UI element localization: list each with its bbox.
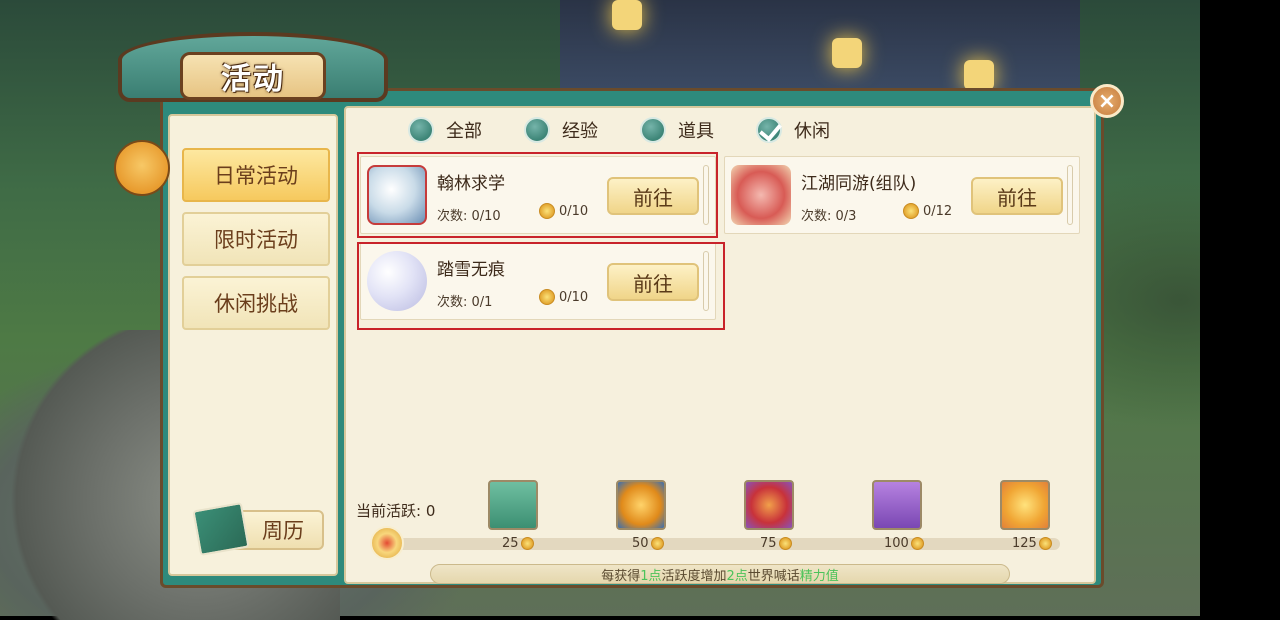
- activity-points: 0/12: [903, 203, 952, 219]
- tab-leisure-challenge[interactable]: 休闲挑战: [182, 276, 330, 330]
- activity-list: 翰林求学 次数: 0/10 0/10 前往 江湖同游(组队) 次数: 0/3 0…: [350, 150, 1087, 464]
- crystal-ball-icon[interactable]: [616, 480, 666, 530]
- coin-icon: [1038, 537, 1052, 550]
- coin-icon: [910, 537, 924, 550]
- filter-label: 道具: [678, 121, 714, 142]
- close-button[interactable]: ×: [1090, 84, 1124, 118]
- sidebar: 日常活动 限时活动 休闲挑战 周历: [168, 114, 338, 576]
- radio-icon: [524, 117, 550, 143]
- calendar-label: 周历: [262, 519, 304, 543]
- red-pouch-icon[interactable]: [744, 480, 794, 530]
- filter-items[interactable]: 道具: [640, 116, 714, 144]
- milestone-value: 50: [632, 536, 649, 551]
- tip-text: 活跃度增加: [661, 568, 727, 584]
- activity-count: 次数: 0/3: [801, 209, 857, 224]
- tab-limited-activity[interactable]: 限时活动: [182, 212, 330, 266]
- tip-ribbon: 每获得 1点 活跃度增加 2点 世界喊话 精力值: [430, 564, 1010, 584]
- radio-icon: [640, 117, 666, 143]
- page-title: 活动: [180, 52, 326, 100]
- coin-icon: [650, 537, 664, 550]
- checkmark-icon: [756, 117, 782, 143]
- tip-highlight: 1点: [640, 568, 662, 584]
- milestone-tick: 125: [1012, 536, 1052, 551]
- screen-edge: [1200, 0, 1240, 616]
- milestone-tick: 50: [632, 536, 664, 551]
- filter-leisure[interactable]: 休闲: [756, 116, 830, 144]
- radio-icon: [408, 117, 434, 143]
- tip-text: 世界喊话: [747, 568, 800, 584]
- sand-icon[interactable]: [488, 480, 538, 530]
- lantern-icon: [964, 60, 994, 90]
- activity-name: 江湖同游(组队): [801, 174, 917, 194]
- activity-point-icon: [903, 203, 919, 219]
- highlight-box: [357, 242, 725, 330]
- highlight-box: [357, 152, 718, 238]
- activity-card: 江湖同游(组队) 次数: 0/3 0/12 前往: [724, 156, 1080, 234]
- title-plaque: 活动: [118, 22, 388, 112]
- green-book-icon[interactable]: [872, 480, 922, 530]
- filter-label: 全部: [446, 121, 482, 142]
- tip-text: 每获得: [601, 568, 641, 584]
- filter-label: 经验: [562, 121, 598, 142]
- lantern-icon: [832, 38, 862, 68]
- activity-points-value: 0/12: [923, 203, 953, 219]
- filter-label: 休闲: [794, 121, 830, 142]
- go-button[interactable]: 前往: [971, 177, 1063, 215]
- filter-experience[interactable]: 经验: [524, 116, 598, 144]
- milestone-tick: 75: [760, 536, 792, 551]
- progress-track: [396, 538, 1060, 550]
- coin-icon: [520, 537, 534, 550]
- activity-medal-icon: [370, 526, 404, 560]
- tab-daily-activity[interactable]: 日常活动: [182, 148, 330, 202]
- close-icon: ×: [1097, 88, 1117, 114]
- weekly-calendar-button[interactable]: 周历: [192, 502, 324, 556]
- filter-bar: 全部 经验 道具 休闲: [408, 116, 908, 144]
- card-notch: [1067, 165, 1073, 225]
- heart-icon: [731, 165, 791, 225]
- lantern-icon: [612, 0, 642, 30]
- milestone-tick: 100: [884, 536, 924, 551]
- milestone-value: 75: [760, 536, 777, 551]
- milestone-value: 25: [502, 536, 519, 551]
- gold-ingot-icon[interactable]: [1000, 480, 1050, 530]
- milestone-tick: 25: [502, 536, 534, 551]
- tip-highlight: 精力值: [799, 568, 839, 584]
- milestone-value: 125: [1012, 536, 1037, 551]
- tip-highlight: 2点: [726, 568, 748, 584]
- calendar-icon: [192, 502, 250, 556]
- tiger-mascot-icon: [114, 140, 170, 196]
- current-activity-label: 当前活跃: 0: [356, 502, 436, 520]
- coin-icon: [778, 537, 792, 550]
- activity-progress: 当前活跃: 0 25 50 75 100 125: [350, 466, 1087, 562]
- milestone-value: 100: [884, 536, 909, 551]
- filter-all[interactable]: 全部: [408, 116, 482, 144]
